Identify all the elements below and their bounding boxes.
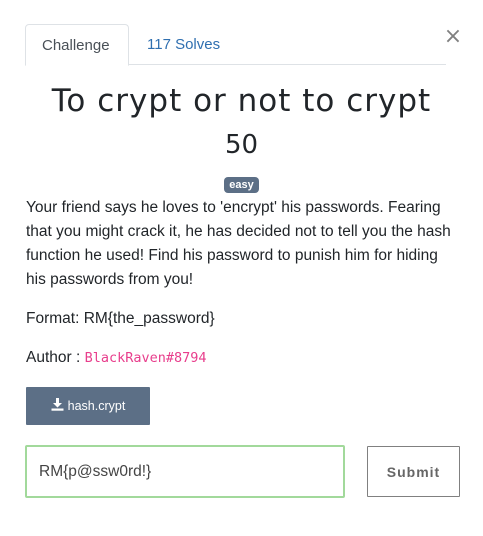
flag-input[interactable] <box>25 445 345 498</box>
difficulty-badge: easy <box>224 177 259 193</box>
challenge-title: To crypt or not to crypt <box>51 83 432 119</box>
difficulty-badge-wrap: easy <box>0 175 483 193</box>
tab-challenge[interactable]: Challenge <box>25 24 129 66</box>
challenge-description: Your friend says he loves to 'encrypt' h… <box>26 199 451 288</box>
challenge-modal: × Challenge 117 Solves To crypt or not t… <box>0 0 483 536</box>
author-handle: BlackRaven#8794 <box>84 350 207 366</box>
submit-button[interactable]: Submit <box>367 446 460 497</box>
flag-format: Format: RM{the_password} <box>26 310 215 327</box>
close-icon[interactable]: × <box>443 25 463 49</box>
author-line: Author : BlackRaven#8794 <box>26 346 458 370</box>
download-file-button[interactable]: hash.crypt <box>26 387 150 425</box>
challenge-points: 50 <box>224 130 259 160</box>
tab-solves[interactable]: 117 Solves <box>131 24 236 65</box>
file-name: hash.crypt <box>67 399 126 413</box>
download-icon <box>51 388 64 426</box>
author-label: Author : <box>26 349 81 366</box>
challenge-tabs: Challenge 117 Solves <box>25 24 446 66</box>
